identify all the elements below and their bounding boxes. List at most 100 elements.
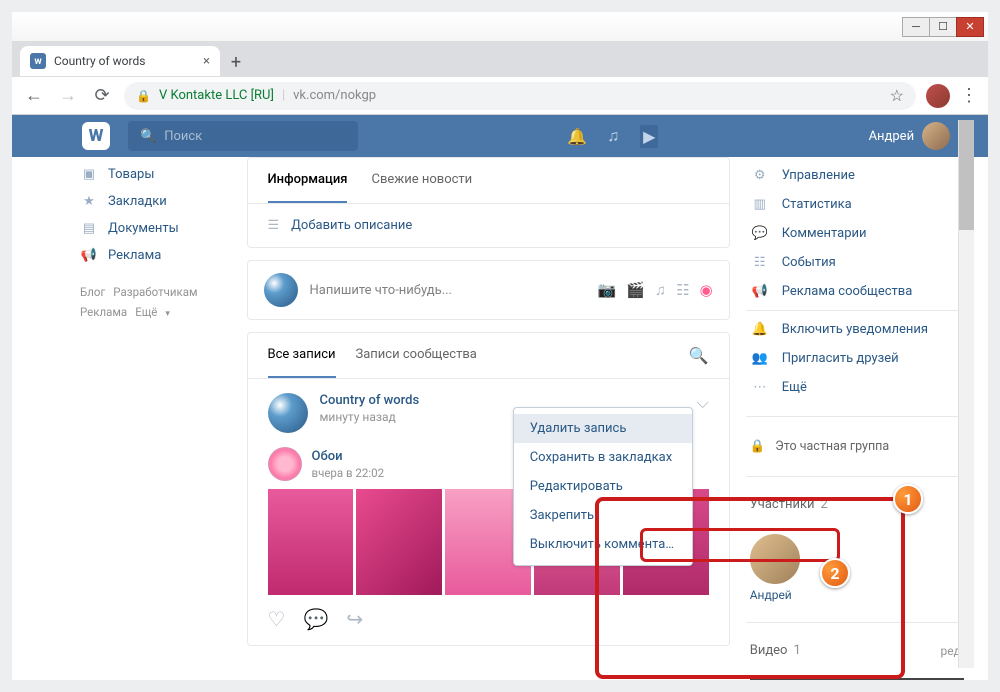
post-avatar[interactable] [268,393,308,433]
dropdown-delete[interactable]: Удалить запись [514,414,692,443]
vk-logo[interactable]: W [82,122,110,150]
wall-tab-community[interactable]: Записи сообщества [356,333,477,378]
compose-input[interactable]: Напишите что-нибудь... [310,283,586,298]
header-avatar [922,122,950,150]
footer-blog[interactable]: Блог [80,285,105,299]
calendar-icon: ☷ [750,255,770,270]
side-invite[interactable]: 👥Пригласить друзей [746,344,968,373]
comment-icon: 💬 [750,226,770,241]
browser-menu-icon[interactable]: ⋮ [960,85,978,106]
window-minimize[interactable]: ─ [902,17,930,37]
wall-card: Все записи Записи сообщества 🔍 Country o… [247,332,730,646]
bag-icon: ▣ [80,167,98,182]
dropdown-save[interactable]: Сохранить в закладках [514,443,692,472]
post-author[interactable]: Country of words [320,393,420,408]
footer-dev[interactable]: Разработчикам [113,285,197,299]
repost-time: вчера в 22:02 [312,466,389,480]
scrollbar-thumb[interactable] [959,120,974,230]
megaphone-icon: 📢 [750,284,770,299]
nav-bookmarks[interactable]: ★Закладки [72,188,231,215]
post-menu-button[interactable]: ⌵ [697,393,709,413]
info-card: Информация Свежие новости ☰ Добавить опи… [247,157,730,248]
page-scrollbar[interactable] [958,120,974,668]
dropdown-pin[interactable]: Закрепить [514,501,692,530]
wall-tab-all[interactable]: Все записи [268,333,336,378]
camera-icon[interactable]: 📷 [598,281,617,299]
side-stats[interactable]: ▥Статистика [746,190,968,219]
videos-title[interactable]: Видео1ред. [746,637,968,664]
forward-button[interactable]: → [56,84,80,108]
share-icon[interactable]: ↪ [346,607,363,631]
like-icon[interactable]: ♡ [268,607,286,631]
post-time: минуту назад [320,410,420,424]
search-icon: 🔍 [140,129,156,144]
notifications-icon[interactable]: 🔔 [568,127,586,146]
comment-icon[interactable]: 💬 [303,607,328,631]
music-icon[interactable]: ♫ [604,126,622,146]
footer-ads[interactable]: Реклама [80,305,127,319]
side-comments[interactable]: 💬Комментарии [746,219,968,248]
address-bar[interactable]: 🔒 V Kontakte LLC [RU] | vk.com/nokgp ☆ [124,82,916,110]
reload-button[interactable]: ⟳ [90,84,114,108]
side-manage[interactable]: ⚙Управление [746,161,968,190]
side-events[interactable]: ☷События [746,248,968,277]
back-button[interactable]: ← [22,84,46,108]
gear-icon: ⚙ [750,168,770,183]
side-notify[interactable]: 🔔Включить уведомления [746,315,968,344]
nav-ads[interactable]: 📢Реклама [72,242,231,269]
more-compose-icon[interactable]: ◉ [700,281,713,299]
invite-icon: 👥 [750,351,770,366]
chevron-down-icon: ▾ [165,309,170,319]
search-input[interactable]: 🔍 Поиск [128,121,358,151]
bookmark-star-icon[interactable]: ☆ [890,86,904,105]
browser-tab[interactable]: w Country of words × [20,46,220,76]
window-titlebar: ─ ☐ ✕ [12,12,988,42]
tab-title: Country of words [54,54,145,68]
post-actions: ♡ 💬 ↪ [268,595,709,631]
post-image[interactable] [356,489,442,595]
right-sidebar: ⚙Управление ▥Статистика 💬Комментарии ☷Со… [746,157,968,680]
article-icon[interactable]: ☷ [676,281,689,299]
add-description[interactable]: ☰ Добавить описание [248,204,729,247]
profile-avatar[interactable] [926,84,950,108]
dropdown-disable-comments[interactable]: Выключить комментарии [514,530,692,559]
member-item[interactable]: Андрей [746,528,968,608]
members-title[interactable]: Участники2 [746,491,968,518]
side-ads[interactable]: 📢Реклама сообщества [746,277,968,306]
tab-close-icon[interactable]: × [203,54,210,69]
video-icon[interactable]: 🎬 [626,281,645,299]
megaphone-icon: 📢 [80,248,98,263]
window-maximize[interactable]: ☐ [929,17,957,37]
post-image[interactable] [268,489,354,595]
post-dropdown: Удалить запись Сохранить в закладках Ред… [513,407,693,566]
nav-goods[interactable]: ▣Товары [72,161,231,188]
repost-author[interactable]: Обои [312,449,389,464]
play-icon[interactable]: ▶ [640,125,658,148]
compose-avatar [264,273,298,307]
compose-box[interactable]: Напишите что-нибудь... 📷 🎬 ♫ ☷ ◉ [247,260,730,320]
chevron-down-icon: ⌵ [697,393,709,412]
url-text: vk.com/nokgp [293,88,376,103]
search-placeholder: Поиск [164,129,202,144]
window-close[interactable]: ✕ [956,17,984,37]
member-name: Андрей [750,588,964,602]
tab-information[interactable]: Информация [268,158,348,203]
tab-news[interactable]: Свежие новости [371,158,472,203]
new-tab-button[interactable]: + [222,48,250,76]
footer-more[interactable]: Ещё [135,305,157,319]
member-avatar [750,534,800,584]
side-more[interactable]: ⋯Ещё [746,373,968,402]
music-icon[interactable]: ♫ [655,281,666,299]
browser-urlbar: ← → ⟳ 🔒 V Kontakte LLC [RU] | vk.com/nok… [12,76,988,114]
video-thumb[interactable] [750,678,964,680]
private-group-label: 🔒Это частная группа [746,431,968,462]
list-icon: ☰ [268,218,280,233]
nav-documents[interactable]: ▤Документы [72,215,231,242]
wall-search-icon[interactable]: 🔍 [689,333,709,378]
bell-icon: 🔔 [750,322,770,337]
header-user[interactable]: Андрей ▼ [869,122,968,150]
stats-icon: ▥ [750,197,770,212]
browser-tabbar: w Country of words × + [12,42,988,76]
repost-avatar[interactable] [268,447,302,481]
dropdown-edit[interactable]: Редактировать [514,472,692,501]
